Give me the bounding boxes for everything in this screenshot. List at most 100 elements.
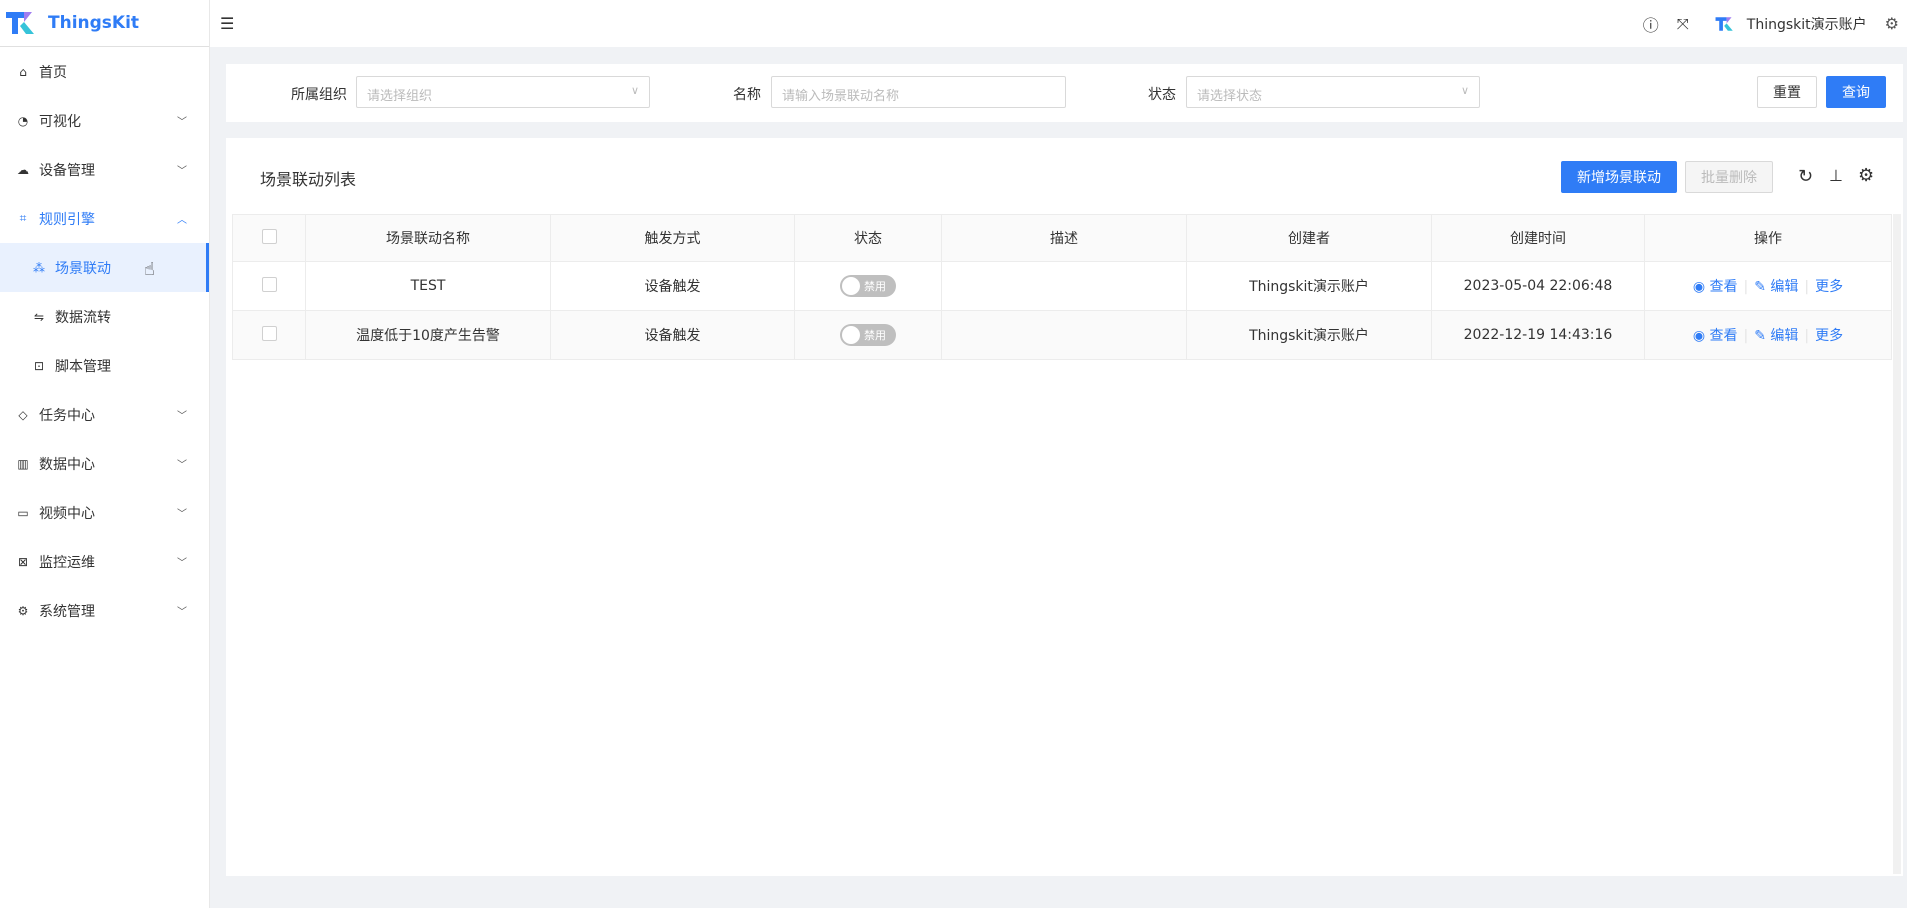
dashboard-icon: ◔ xyxy=(17,113,29,128)
creator: Thingskit演示账户 xyxy=(1186,261,1432,311)
status-placeholder: 请选择状态 xyxy=(1197,89,1263,104)
row-checkbox[interactable] xyxy=(261,325,277,341)
edit-icon: ✎ xyxy=(1754,279,1766,295)
sidebar-item-device[interactable]: ☁ 设备管理 ﹀ xyxy=(0,145,209,194)
trigger-type: 设备触发 xyxy=(550,310,795,360)
device-icon: ☁ xyxy=(17,162,29,177)
menu-label: 规则引擎 xyxy=(39,211,95,228)
status-toggle[interactable]: 禁用 xyxy=(840,324,896,346)
batch-delete-button[interactable]: 批量删除 xyxy=(1685,161,1773,193)
sidebar-item-scene[interactable]: ⁂ 场景联动 ☝ xyxy=(0,243,209,292)
chevron-down-icon: ﹀ xyxy=(177,117,187,128)
status-label: 状态 xyxy=(1148,87,1176,103)
menu-label: 可视化 xyxy=(39,113,81,130)
sidebar-item-data[interactable]: ▥ 数据中心 ﹀ xyxy=(0,439,209,488)
terminal-icon: ⊡ xyxy=(33,358,45,373)
edit-button[interactable]: ✎ 编辑 xyxy=(1754,279,1798,295)
sidebar-item-visualization[interactable]: ◔ 可视化 ﹀ xyxy=(0,96,209,145)
column-header[interactable]: 场景联动名称 xyxy=(305,214,551,262)
column-header[interactable]: 创建时间 xyxy=(1431,214,1645,262)
name-label: 名称 xyxy=(733,87,761,103)
reset-button[interactable]: 重置 xyxy=(1757,76,1817,108)
description xyxy=(941,310,1187,360)
actions-cell: ◉ 查看 | ✎ 编辑 | 更多 xyxy=(1644,310,1892,360)
sidebar-item-task[interactable]: ◇ 任务中心 ﹀ xyxy=(0,390,209,439)
menu-label: 监控运维 xyxy=(39,554,95,571)
menu-label: 视频中心 xyxy=(39,505,95,522)
sidebar-item-system[interactable]: ⚙ 系统管理 ﹀ xyxy=(0,586,209,635)
add-scene-button[interactable]: 新增场景联动 xyxy=(1561,161,1677,193)
flow-icon: ⇋ xyxy=(33,309,45,324)
column-settings-icon[interactable]: ⚙ xyxy=(1858,165,1874,186)
chart-icon: ▥ xyxy=(17,456,29,471)
table-header-row: 场景联动名称 触发方式 状态 描述 创建者 创建时间 操作 xyxy=(232,214,1892,262)
column-header[interactable]: 创建者 xyxy=(1186,214,1432,262)
menu-label: 脚本管理 xyxy=(55,358,111,375)
view-button[interactable]: ◉ 查看 xyxy=(1693,328,1738,344)
menu-fold-icon[interactable]: ☰ xyxy=(220,14,234,33)
chevron-down-icon: ﹀ xyxy=(177,411,187,422)
menu-label: 系统管理 xyxy=(39,603,95,620)
logo[interactable]: ThingsKit xyxy=(0,0,209,47)
chevron-down-icon: ﹀ xyxy=(177,166,187,177)
chevron-down-icon: ﹀ xyxy=(177,607,187,618)
view-button[interactable]: ◉ 查看 xyxy=(1693,279,1738,295)
edit-button[interactable]: ✎ 编辑 xyxy=(1754,328,1798,344)
column-header[interactable]: 状态 xyxy=(794,214,942,262)
creator: Thingskit演示账户 xyxy=(1186,310,1432,360)
sidebar-item-script[interactable]: ⊡ 脚本管理 xyxy=(0,341,209,390)
menu-label: 首页 xyxy=(39,64,67,81)
status-toggle[interactable]: 禁用 xyxy=(840,275,896,297)
select-all-checkbox[interactable] xyxy=(261,228,277,244)
thingskit-logo-icon xyxy=(6,12,34,34)
sidebar-item-monitor[interactable]: ⊠ 监控运维 ﹀ xyxy=(0,537,209,586)
chevron-up-icon: ︿ xyxy=(177,215,187,226)
eye-icon: ◉ xyxy=(1692,328,1706,344)
org-label: 所属组织 xyxy=(291,87,347,103)
user-menu[interactable]: Thingskit演示账户 xyxy=(1715,14,1867,34)
scene-table: 场景联动名称 触发方式 状态 描述 创建者 创建时间 操作 TEST 设备触发 … xyxy=(232,214,1892,360)
trigger-type: 设备触发 xyxy=(550,261,795,311)
org-select[interactable]: 请选择组织 ∨ xyxy=(356,76,650,108)
sidebar: ThingsKit ⌂ 首页 ◔ 可视化 ﹀ ☁ 设备管理 ﹀ ⌗ 规则引擎 ︿ ⁂ 场景联动 ☝… xyxy=(0,0,210,908)
column-header[interactable]: 描述 xyxy=(941,214,1187,262)
column-header[interactable]: 触发方式 xyxy=(550,214,795,262)
column-height-icon[interactable]: ⊥ xyxy=(1829,166,1843,185)
more-button[interactable]: 更多 xyxy=(1815,279,1843,295)
select-all-cell xyxy=(232,214,306,262)
name-placeholder: 请输入场景联动名称 xyxy=(782,89,900,104)
filter-form: 所属组织 请选择组织 ∨ 名称 请输入场景联动名称 状态 请选择状态 ∨ 重置 查询 xyxy=(226,64,1903,122)
chevron-down-icon: ﹀ xyxy=(177,460,187,471)
created-time: 2022-12-19 14:43:16 xyxy=(1431,310,1645,360)
sidebar-item-rule-engine[interactable]: ⌗ 规则引擎 ︿ xyxy=(0,194,209,243)
sidebar-item-home[interactable]: ⌂ 首页 xyxy=(0,47,209,96)
home-icon: ⌂ xyxy=(19,64,27,79)
refresh-icon[interactable]: ↻ xyxy=(1798,166,1813,187)
table-title: 场景联动列表 xyxy=(260,170,357,189)
app-name: ThingsKit xyxy=(48,13,140,33)
query-button[interactable]: 查询 xyxy=(1826,76,1886,108)
monitor-icon: ⊠ xyxy=(17,554,29,569)
menu-label: 场景联动 xyxy=(55,260,111,277)
menu-label: 数据流转 xyxy=(55,309,111,326)
table-scrollbar[interactable] xyxy=(1893,214,1901,874)
column-header[interactable]: 操作 xyxy=(1644,214,1892,262)
status-select[interactable]: 请选择状态 ∨ xyxy=(1186,76,1480,108)
avatar xyxy=(1715,16,1733,31)
more-button[interactable]: 更多 xyxy=(1815,328,1843,344)
name-input[interactable]: 请输入场景联动名称 xyxy=(771,76,1066,108)
gear-icon: ⚙ xyxy=(17,603,29,618)
settings-icon[interactable]: ⚙ xyxy=(1885,14,1899,33)
menu-label: 设备管理 xyxy=(39,162,95,179)
table-row: TEST 设备触发 禁用 Thingskit演示账户 2023-05-04 22… xyxy=(232,261,1892,311)
scene-name: TEST xyxy=(305,261,551,311)
chevron-down-icon: ﹀ xyxy=(177,509,187,520)
row-checkbox[interactable] xyxy=(261,276,277,292)
eye-icon: ◉ xyxy=(1692,279,1706,295)
scene-name: 温度低于10度产生告警 xyxy=(305,310,551,360)
fullscreen-icon[interactable]: ⤧ xyxy=(1677,15,1689,33)
tag-icon: ◇ xyxy=(18,407,28,422)
sidebar-item-video[interactable]: ▭ 视频中心 ﹀ xyxy=(0,488,209,537)
sidebar-item-dataflow[interactable]: ⇋ 数据流转 xyxy=(0,292,209,341)
help-icon[interactable]: ⓘ xyxy=(1643,12,1659,36)
